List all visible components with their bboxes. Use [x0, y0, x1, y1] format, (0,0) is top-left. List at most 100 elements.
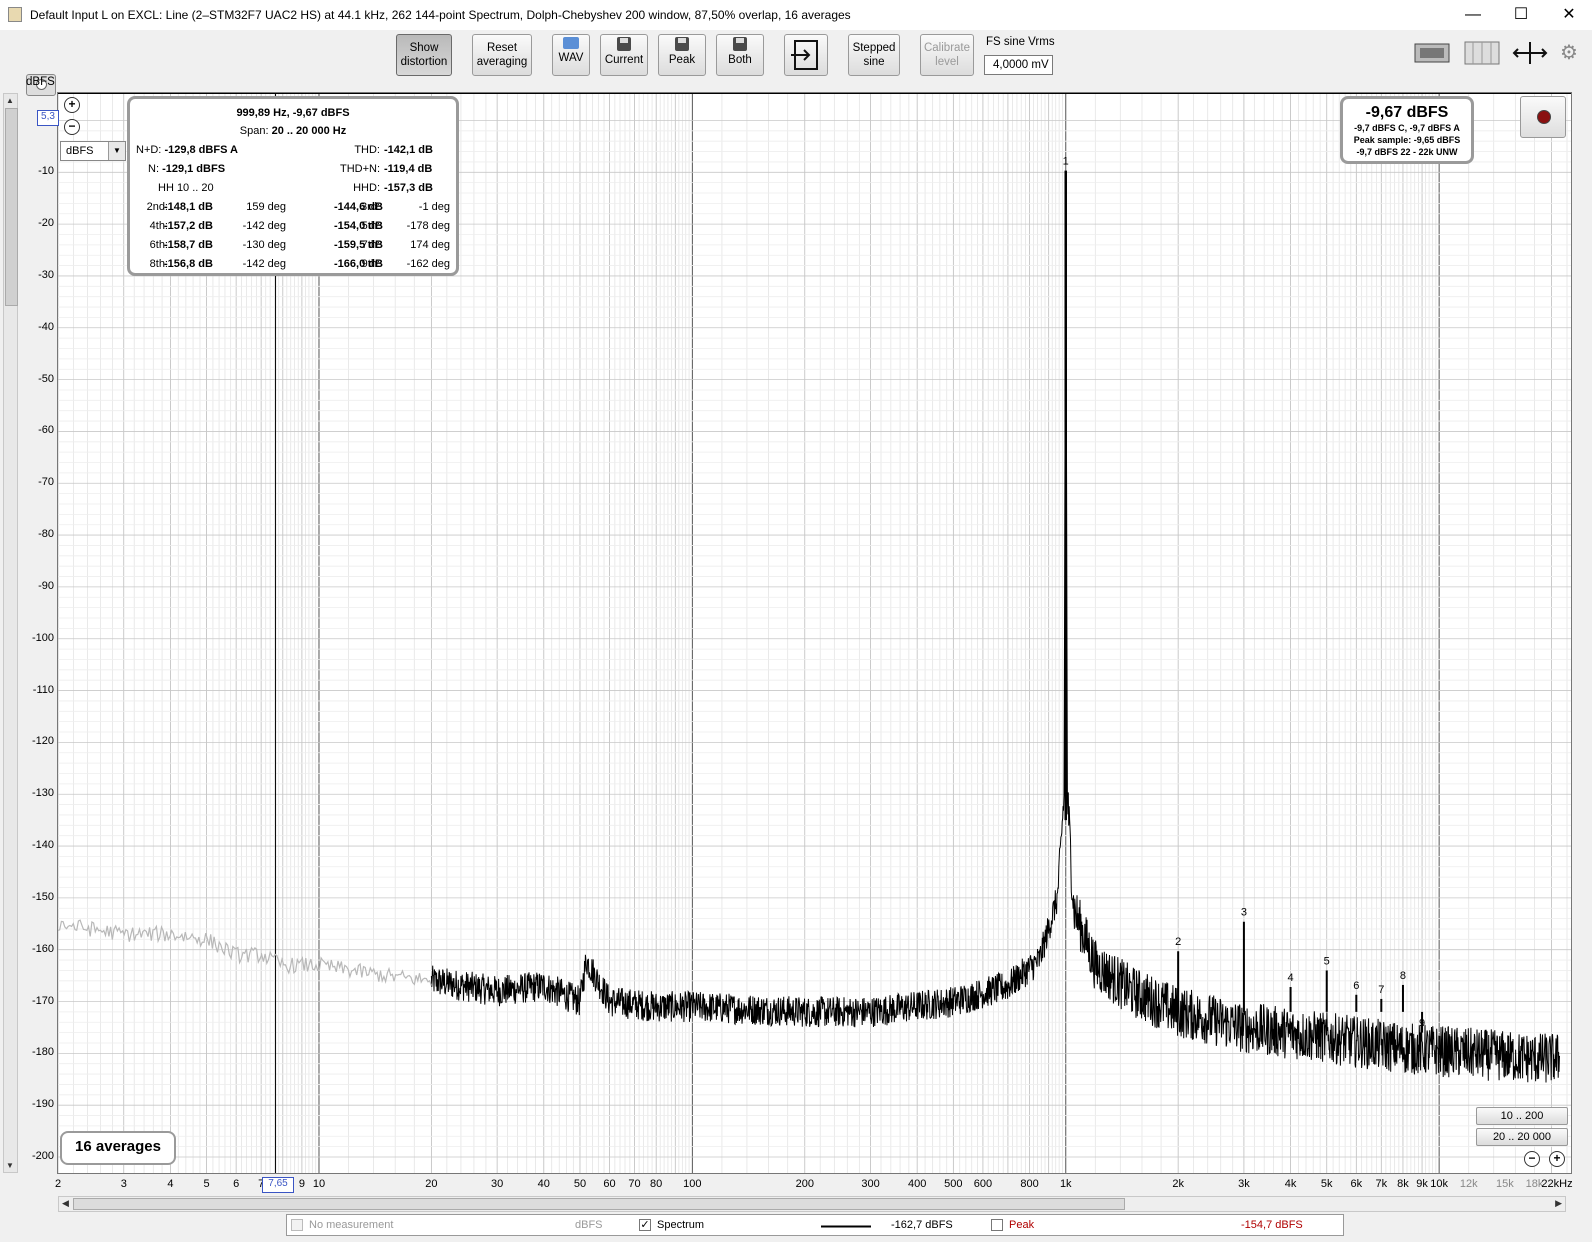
- zoom-in-icon[interactable]: +: [64, 97, 80, 113]
- range-10-200-button[interactable]: 10 .. 200: [1476, 1107, 1568, 1125]
- stepped-sine-button[interactable]: Stepped sine: [848, 34, 900, 76]
- x-tick-label: 800: [1020, 1178, 1039, 1190]
- y-tick-label: -100: [31, 631, 54, 644]
- app-icon: [8, 7, 22, 22]
- title-bar: Default Input L on EXCL: Line (2–STM32F7…: [0, 0, 1592, 30]
- level-line-3: -9,7 dBFS 22 - 22k UNW: [1356, 147, 1458, 157]
- save-current-button[interactable]: Current: [600, 34, 648, 76]
- window-title: Default Input L on EXCL: Line (2–STM32F7…: [30, 8, 851, 22]
- n-label: N:: [148, 163, 159, 175]
- spectrum-checkbox[interactable]: ✓: [639, 1219, 651, 1231]
- y-unit-select-value: dBFS: [66, 145, 94, 157]
- x-tick-label: 22kHz: [1541, 1178, 1573, 1190]
- y-tick-label: -10: [38, 165, 54, 178]
- range-20-20000-button[interactable]: 20 .. 20 000: [1476, 1128, 1568, 1146]
- span-label: Span:: [239, 125, 269, 137]
- no-measurement-unit: dBFS: [575, 1219, 603, 1231]
- y-tick-label: -130: [31, 787, 54, 800]
- horizontal-scrollbar[interactable]: ◀ ▶: [58, 1196, 1566, 1212]
- harm-phase: -142 deg: [242, 220, 286, 232]
- y-unit-label: dBFS: [26, 76, 55, 88]
- harmonic-label: 7: [1378, 984, 1384, 996]
- harmonic-label: 4: [1287, 972, 1293, 984]
- x-tick-label: 500: [944, 1178, 963, 1190]
- peak-value: -154,7 dBFS: [1241, 1219, 1303, 1231]
- x-tick-label: 30: [491, 1178, 504, 1190]
- save-peak-button[interactable]: Peak: [658, 34, 706, 76]
- fs-sine-input[interactable]: 4,0000 mV: [984, 55, 1053, 75]
- import-button[interactable]: [784, 34, 828, 76]
- fit-view-icon[interactable]: [1512, 40, 1548, 72]
- record-button[interactable]: [1520, 96, 1566, 138]
- x-zoom-in-icon[interactable]: +: [1549, 1151, 1565, 1167]
- x-tick-label: 10: [312, 1178, 326, 1190]
- wav-button[interactable]: WAV: [552, 34, 590, 76]
- distortion-panel: 999,89 Hz, -9,67 dBFS Span: 20 .. 20 000…: [127, 96, 459, 276]
- vertical-scrollbar[interactable]: ▲ ▼: [3, 93, 18, 1173]
- span-value: 20 .. 20 000 Hz: [271, 125, 347, 137]
- x-tick-label: 50: [573, 1178, 587, 1190]
- scroll-up-arrow-icon[interactable]: ▲: [6, 96, 14, 105]
- thd-label: THD:: [354, 144, 380, 156]
- peak-checkbox[interactable]: [991, 1219, 1003, 1231]
- y-tick-label: -170: [31, 994, 54, 1007]
- split-view-icon[interactable]: [1464, 40, 1500, 72]
- save-icon: [617, 37, 631, 51]
- zoom-out-icon[interactable]: −: [64, 119, 80, 135]
- close-button[interactable]: ✕: [1546, 0, 1592, 30]
- settings-gear-icon[interactable]: ⚙: [1560, 40, 1578, 65]
- horizontal-scroll-thumb[interactable]: [73, 1198, 1125, 1210]
- spectrum-line-swatch: [821, 1225, 871, 1228]
- harm-phase: -162 deg: [406, 258, 450, 270]
- fundamental-label: 1: [1063, 156, 1069, 168]
- show-distortion-button[interactable]: Show distortion: [396, 34, 452, 76]
- chevron-down-icon[interactable]: ▼: [108, 142, 125, 160]
- y-tick-label: -20: [38, 217, 54, 230]
- thdn-value: -119,4 dB: [384, 163, 433, 175]
- harmonic-label: 8: [1400, 970, 1406, 982]
- calibrate-level-button: Calibrate level: [920, 34, 974, 76]
- level-line-1: -9,7 dBFS C, -9,7 dBFS A: [1354, 123, 1460, 133]
- maximize-button[interactable]: ☐: [1498, 0, 1544, 30]
- scroll-left-arrow-icon[interactable]: ◀: [62, 1198, 69, 1209]
- n-value: -129,1 dBFS: [162, 163, 226, 175]
- vertical-scroll-thumb[interactable]: [5, 108, 18, 306]
- both-label: Both: [728, 54, 752, 66]
- peak-label: Peak: [1009, 1219, 1035, 1231]
- x-tick-label: 60: [603, 1178, 616, 1190]
- hhd-value: -157,3 dB: [384, 182, 433, 194]
- harm-phase: 159 deg: [246, 201, 286, 213]
- x-zoom-out-icon[interactable]: −: [1524, 1151, 1540, 1167]
- x-tick-label: 5k: [1320, 1178, 1333, 1190]
- peak-label: Peak: [668, 54, 696, 66]
- harm-phase: -142 deg: [242, 258, 286, 270]
- x-tick-label: 400: [907, 1178, 927, 1190]
- x-tick-label: 5: [203, 1178, 210, 1190]
- toolbar: Show distortion Reset averaging WAV Curr…: [0, 30, 1592, 96]
- nd-label: N+D:: [136, 144, 162, 156]
- minimize-button[interactable]: —: [1450, 0, 1496, 30]
- y-tick-label: -40: [38, 320, 54, 333]
- y-tick-label: -160: [31, 942, 54, 955]
- reset-averaging-button[interactable]: Reset averaging: [472, 34, 532, 76]
- y-top-value[interactable]: 5,3: [37, 110, 59, 126]
- y-unit-select[interactable]: dBFS ▼: [60, 141, 126, 161]
- hhd-label: HHD:: [353, 182, 380, 194]
- y-tick-label: -90: [38, 579, 54, 592]
- level-main: -9,67 dBFS: [1365, 104, 1449, 121]
- graph-layout-glyph: [1414, 43, 1450, 63]
- x-tick-label: 2k: [1172, 1178, 1184, 1190]
- scroll-right-arrow-icon[interactable]: ▶: [1555, 1198, 1562, 1209]
- harm-phase: -178 deg: [406, 220, 450, 232]
- low-frequency-trace: [58, 919, 432, 986]
- current-label: Current: [604, 54, 644, 66]
- x-cursor-value[interactable]: 7,65: [262, 1177, 294, 1193]
- y-tick-label: -120: [31, 735, 54, 748]
- harmonic-label: 6: [1353, 980, 1359, 992]
- scroll-down-arrow-icon[interactable]: ▼: [6, 1161, 14, 1170]
- harm-phase: 174 deg: [410, 239, 450, 251]
- graph-layout-icon[interactable]: [1414, 40, 1450, 72]
- harmonic-label: 9: [1419, 1018, 1425, 1030]
- save-both-button[interactable]: Both: [716, 34, 764, 76]
- save-icon: [675, 37, 689, 51]
